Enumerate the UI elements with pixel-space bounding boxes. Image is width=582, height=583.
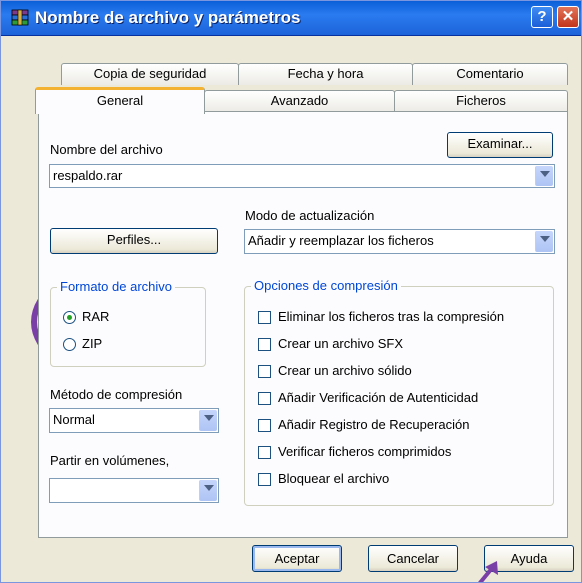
checkbox-sfx[interactable] — [258, 338, 271, 351]
checkbox-lock-label: Bloquear el archivo — [278, 471, 390, 486]
archive-format-title: Formato de archivo — [57, 279, 175, 294]
winrar-icon — [11, 9, 29, 26]
profiles-button[interactable]: Perfiles... — [50, 228, 218, 254]
update-mode-select[interactable]: Añadir y reemplazar los ficheros — [244, 229, 555, 254]
general-panel: Nombre del archivo Examinar... respaldo.… — [38, 111, 568, 538]
filename-value: respaldo.rar — [53, 168, 123, 183]
compression-method-label: Método de compresión — [50, 387, 183, 402]
compression-options-group: Opciones de compresión Eliminar los fich… — [244, 278, 554, 506]
help-title-button[interactable]: ? — [531, 6, 553, 28]
checkbox-delete-files[interactable] — [258, 311, 271, 324]
split-volumes-combo[interactable] — [49, 478, 219, 503]
checkbox-solid-label: Crear un archivo sólido — [278, 363, 412, 378]
checkbox-delete-files-label: Eliminar los ficheros tras la compresión — [278, 309, 505, 324]
checkbox-solid[interactable] — [258, 365, 271, 378]
checkbox-lock[interactable] — [258, 473, 271, 486]
chevron-down-icon[interactable] — [535, 166, 553, 186]
chevron-down-icon[interactable] — [535, 231, 553, 252]
radio-zip[interactable] — [63, 338, 76, 351]
close-button[interactable]: ✕ — [557, 6, 579, 28]
browse-button[interactable]: Examinar... — [447, 132, 553, 158]
tab-comment[interactable]: Comentario — [412, 63, 568, 85]
cancel-button[interactable]: Cancelar — [368, 545, 458, 572]
tab-general[interactable]: General — [35, 87, 205, 114]
split-volumes-label: Partir en volúmenes, — [50, 453, 170, 468]
filename-combo[interactable]: respaldo.rar — [49, 164, 555, 188]
checkbox-sfx-label: Crear un archivo SFX — [278, 336, 403, 351]
ok-button[interactable]: Aceptar — [252, 545, 342, 572]
compression-options-title: Opciones de compresión — [251, 278, 401, 293]
tab-backup[interactable]: Copia de seguridad — [61, 63, 239, 85]
radio-rar-label: RAR — [82, 309, 110, 324]
chevron-down-icon[interactable] — [199, 480, 217, 501]
tab-advanced[interactable]: Avanzado — [204, 90, 395, 112]
chevron-down-icon[interactable] — [199, 410, 217, 431]
filename-label: Nombre del archivo — [50, 142, 163, 157]
checkbox-recovery[interactable] — [258, 419, 271, 432]
checkbox-authenticity[interactable] — [258, 392, 271, 405]
annotation-arrow-icon — [478, 561, 498, 582]
compression-method-value: Normal — [53, 412, 95, 427]
dialog-window: Nombre de archivo y parámetros ? ✕ Copia… — [0, 0, 582, 583]
checkbox-recovery-label: Añadir Registro de Recuperación — [278, 417, 470, 432]
radio-rar[interactable] — [63, 311, 76, 324]
update-mode-value: Añadir y reemplazar los ficheros — [248, 233, 434, 248]
tab-date-time[interactable]: Fecha y hora — [238, 63, 413, 85]
checkbox-verify-label: Verificar ficheros comprimidos — [278, 444, 452, 459]
compression-method-select[interactable]: Normal — [49, 408, 219, 433]
radio-zip-label: ZIP — [82, 336, 103, 351]
title-bar[interactable]: Nombre de archivo y parámetros ? ✕ — [1, 1, 581, 36]
archive-format-group: Formato de archivo RAR ZIP — [50, 279, 206, 367]
checkbox-verify[interactable] — [258, 446, 271, 459]
window-title: Nombre de archivo y parámetros — [35, 8, 301, 27]
tab-files[interactable]: Ficheros — [394, 90, 568, 112]
update-mode-label: Modo de actualización — [245, 208, 375, 223]
checkbox-authenticity-label: Añadir Verificación de Autenticidad — [278, 390, 479, 405]
